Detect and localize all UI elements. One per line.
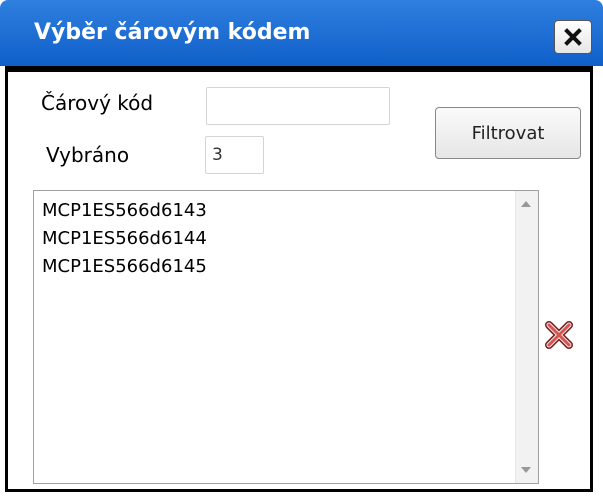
selected-count-field[interactable] <box>205 136 264 174</box>
barcode-list: MCP1ES566d6143 MCP1ES566d6144 MCP1ES566d… <box>42 197 514 281</box>
barcode-listbox[interactable]: MCP1ES566d6143 MCP1ES566d6144 MCP1ES566d… <box>33 190 539 484</box>
selected-count-label: Vybráno <box>46 143 130 167</box>
list-item[interactable]: MCP1ES566d6143 <box>42 197 514 225</box>
dialog-titlebar: Výběr čárovým kódem <box>0 0 603 66</box>
list-item[interactable]: MCP1ES566d6144 <box>42 225 514 253</box>
delete-icon[interactable] <box>544 320 574 350</box>
close-button[interactable] <box>554 20 592 54</box>
barcode-input[interactable] <box>206 87 390 125</box>
list-item[interactable]: MCP1ES566d6145 <box>42 253 514 281</box>
vertical-scrollbar[interactable] <box>515 191 538 483</box>
dialog-content: Čárový kód Vybráno Filtrovat MCP1ES566d6… <box>5 66 593 492</box>
barcode-label: Čárový kód <box>41 91 154 115</box>
chevron-up-icon[interactable] <box>521 201 531 207</box>
barcode-selection-dialog: Výběr čárovým kódem Čárový kód Vybráno F… <box>0 0 603 497</box>
chevron-down-icon[interactable] <box>521 467 531 473</box>
close-icon <box>564 28 582 46</box>
dialog-title: Výběr čárovým kódem <box>34 20 311 45</box>
filter-button[interactable]: Filtrovat <box>435 107 581 159</box>
